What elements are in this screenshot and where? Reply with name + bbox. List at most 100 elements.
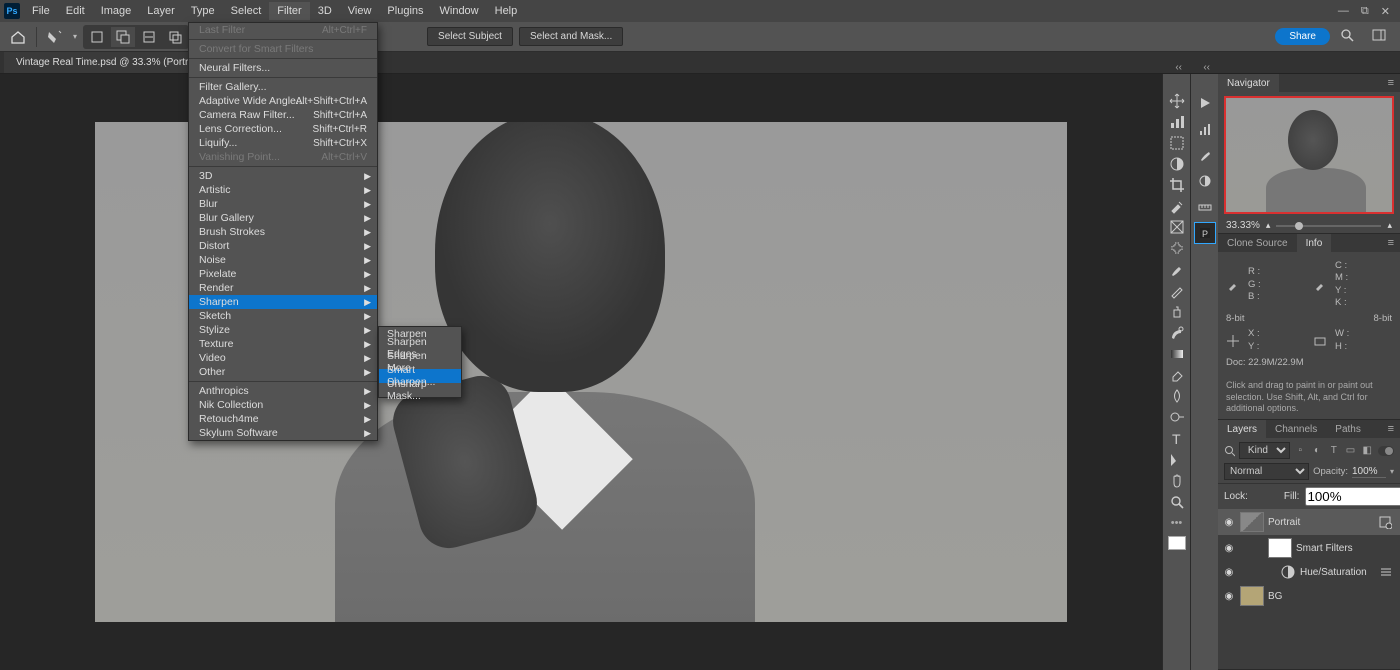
menu-help[interactable]: Help — [487, 2, 526, 20]
filter-so-icon[interactable]: ◧ — [1361, 444, 1374, 458]
type-tool-icon[interactable]: T — [1166, 430, 1188, 447]
select-and-mask-button[interactable]: Select and Mask... — [519, 27, 623, 46]
dodge-tool-icon[interactable] — [1166, 409, 1188, 426]
play-icon[interactable] — [1194, 92, 1216, 114]
menu-plugins[interactable]: Plugins — [379, 2, 431, 20]
zoom-out-icon[interactable]: ▴ — [1266, 220, 1271, 231]
filter-item-pixelate[interactable]: Pixelate▶ — [189, 267, 377, 281]
filter-item-noise[interactable]: Noise▶ — [189, 253, 377, 267]
zoom-tool-icon[interactable] — [1166, 493, 1188, 510]
filter-settings-icon[interactable] — [1380, 566, 1396, 578]
layer-visibility-icon[interactable]: ◉ — [1222, 543, 1236, 554]
clone-source-tab[interactable]: Clone Source — [1218, 234, 1297, 252]
collapse-icon[interactable]: ‹‹ — [1175, 62, 1182, 73]
histogram-icon[interactable] — [1166, 113, 1188, 130]
layer-row[interactable]: ◉Hue/Saturation — [1218, 561, 1400, 583]
filter-item-brush-strokes[interactable]: Brush Strokes▶ — [189, 225, 377, 239]
filter-item-blur-gallery[interactable]: Blur Gallery▶ — [189, 211, 377, 225]
filter-type-icon[interactable]: T — [1327, 444, 1340, 458]
close-button[interactable]: ✕ — [1381, 5, 1390, 18]
eyedropper-tool-icon[interactable] — [1166, 198, 1188, 215]
menu-type[interactable]: Type — [183, 2, 223, 20]
blur-tool-icon[interactable] — [1166, 388, 1188, 405]
overlap-selection-button[interactable] — [163, 27, 187, 47]
layer-visibility-icon[interactable]: ◉ — [1222, 591, 1236, 602]
info-tab[interactable]: Info — [1297, 234, 1332, 252]
restore-button[interactable]: ⧉ — [1361, 5, 1369, 18]
minimize-button[interactable]: — — [1338, 5, 1349, 18]
filter-item-artistic[interactable]: Artistic▶ — [189, 183, 377, 197]
filter-item-skylum-software[interactable]: Skylum Software▶ — [189, 426, 377, 440]
menu-layer[interactable]: Layer — [139, 2, 183, 20]
zoom-in-icon[interactable]: ▴ — [1387, 220, 1392, 231]
search-icon[interactable] — [1340, 28, 1358, 46]
filter-item-lens-correction-[interactable]: Lens Correction...Shift+Ctrl+R — [189, 122, 377, 136]
channels-tab[interactable]: Channels — [1266, 420, 1326, 438]
ruler-panel-icon[interactable] — [1194, 196, 1216, 218]
intersect-selection-button[interactable] — [137, 27, 161, 47]
home-button[interactable] — [6, 27, 30, 47]
blend-mode-select[interactable]: Normal — [1224, 463, 1309, 480]
filter-item-blur[interactable]: Blur▶ — [189, 197, 377, 211]
panel-menu-icon[interactable]: ≡ — [1388, 77, 1400, 89]
hand-tool-icon[interactable] — [1166, 472, 1188, 489]
menu-3d[interactable]: 3D — [310, 2, 340, 20]
navigator-tab[interactable]: Navigator — [1218, 74, 1279, 92]
filter-item-filter-gallery-[interactable]: Filter Gallery... — [189, 80, 377, 94]
menu-select[interactable]: Select — [223, 2, 270, 20]
filter-item-sharpen[interactable]: Sharpen▶ — [189, 295, 377, 309]
mixer-icon[interactable] — [1194, 118, 1216, 140]
adjust-tool-icon[interactable] — [1166, 155, 1188, 172]
menu-file[interactable]: File — [24, 2, 58, 20]
sharpen-item-unsharp-mask-[interactable]: Unsharp Mask... — [379, 383, 461, 397]
layer-row[interactable]: ◉BG — [1218, 583, 1400, 609]
collapse-icon[interactable]: ‹‹ — [1203, 62, 1210, 73]
filter-item-liquify-[interactable]: Liquify...Shift+Ctrl+X — [189, 136, 377, 150]
menu-image[interactable]: Image — [93, 2, 140, 20]
opacity-input[interactable] — [1352, 466, 1386, 478]
filter-item-texture[interactable]: Texture▶ — [189, 337, 377, 351]
filter-item-anthropics[interactable]: Anthropics▶ — [189, 384, 377, 398]
menu-edit[interactable]: Edit — [58, 2, 93, 20]
properties-panel-icon[interactable]: P — [1194, 222, 1216, 244]
brushes-panel-icon[interactable] — [1194, 144, 1216, 166]
filter-item-sketch[interactable]: Sketch▶ — [189, 309, 377, 323]
layer-filter-kind[interactable]: Kind — [1239, 442, 1290, 459]
layer-visibility-icon[interactable]: ◉ — [1222, 517, 1236, 528]
filter-item-other[interactable]: Other▶ — [189, 365, 377, 379]
fill-input[interactable] — [1305, 487, 1400, 506]
path-tool-icon[interactable] — [1166, 451, 1188, 468]
filter-item-camera-raw-filter-[interactable]: Camera Raw Filter...Shift+Ctrl+A — [189, 108, 377, 122]
filter-item-neural-filters-[interactable]: Neural Filters... — [189, 61, 377, 75]
filter-item-nik-collection[interactable]: Nik Collection▶ — [189, 398, 377, 412]
filter-item-retouch4me[interactable]: Retouch4me▶ — [189, 412, 377, 426]
layer-row[interactable]: ◉Portrait — [1218, 509, 1400, 535]
gradient-tool-icon[interactable] — [1166, 346, 1188, 363]
filter-toggle[interactable] — [1378, 446, 1394, 456]
crop-tool-icon[interactable] — [1166, 177, 1188, 194]
workspace-icon[interactable] — [1372, 28, 1390, 46]
filter-item-video[interactable]: Video▶ — [189, 351, 377, 365]
menu-filter[interactable]: Filter — [269, 2, 309, 20]
select-subject-button[interactable]: Select Subject — [427, 27, 513, 46]
filter-item-adaptive-wide-angle-[interactable]: Adaptive Wide Angle...Alt+Shift+Ctrl+A — [189, 94, 377, 108]
filter-item-render[interactable]: Render▶ — [189, 281, 377, 295]
filter-item-stylize[interactable]: Stylize▶ — [189, 323, 377, 337]
paths-tab[interactable]: Paths — [1326, 420, 1370, 438]
more-tools-icon[interactable]: ••• — [1166, 515, 1188, 532]
navigator-zoom-slider[interactable]: 33.33% ▴ ▴ — [1218, 218, 1400, 233]
healing-tool-icon[interactable] — [1166, 240, 1188, 257]
marquee-tool-icon[interactable] — [1166, 134, 1188, 151]
eraser-tool-icon[interactable] — [1166, 367, 1188, 384]
brush-tool-icon[interactable] — [1166, 261, 1188, 278]
filter-adj-icon[interactable]: ◐ — [1311, 444, 1324, 458]
filter-shape-icon[interactable]: ▭ — [1344, 444, 1357, 458]
tool-preset-button[interactable] — [43, 27, 67, 47]
menu-window[interactable]: Window — [432, 2, 487, 20]
history-brush-icon[interactable] — [1166, 324, 1188, 341]
menu-view[interactable]: View — [340, 2, 380, 20]
layers-tab[interactable]: Layers — [1218, 420, 1266, 438]
pencil-tool-icon[interactable] — [1166, 282, 1188, 299]
frame-tool-icon[interactable] — [1166, 219, 1188, 236]
panel-menu-icon[interactable]: ≡ — [1388, 237, 1400, 249]
